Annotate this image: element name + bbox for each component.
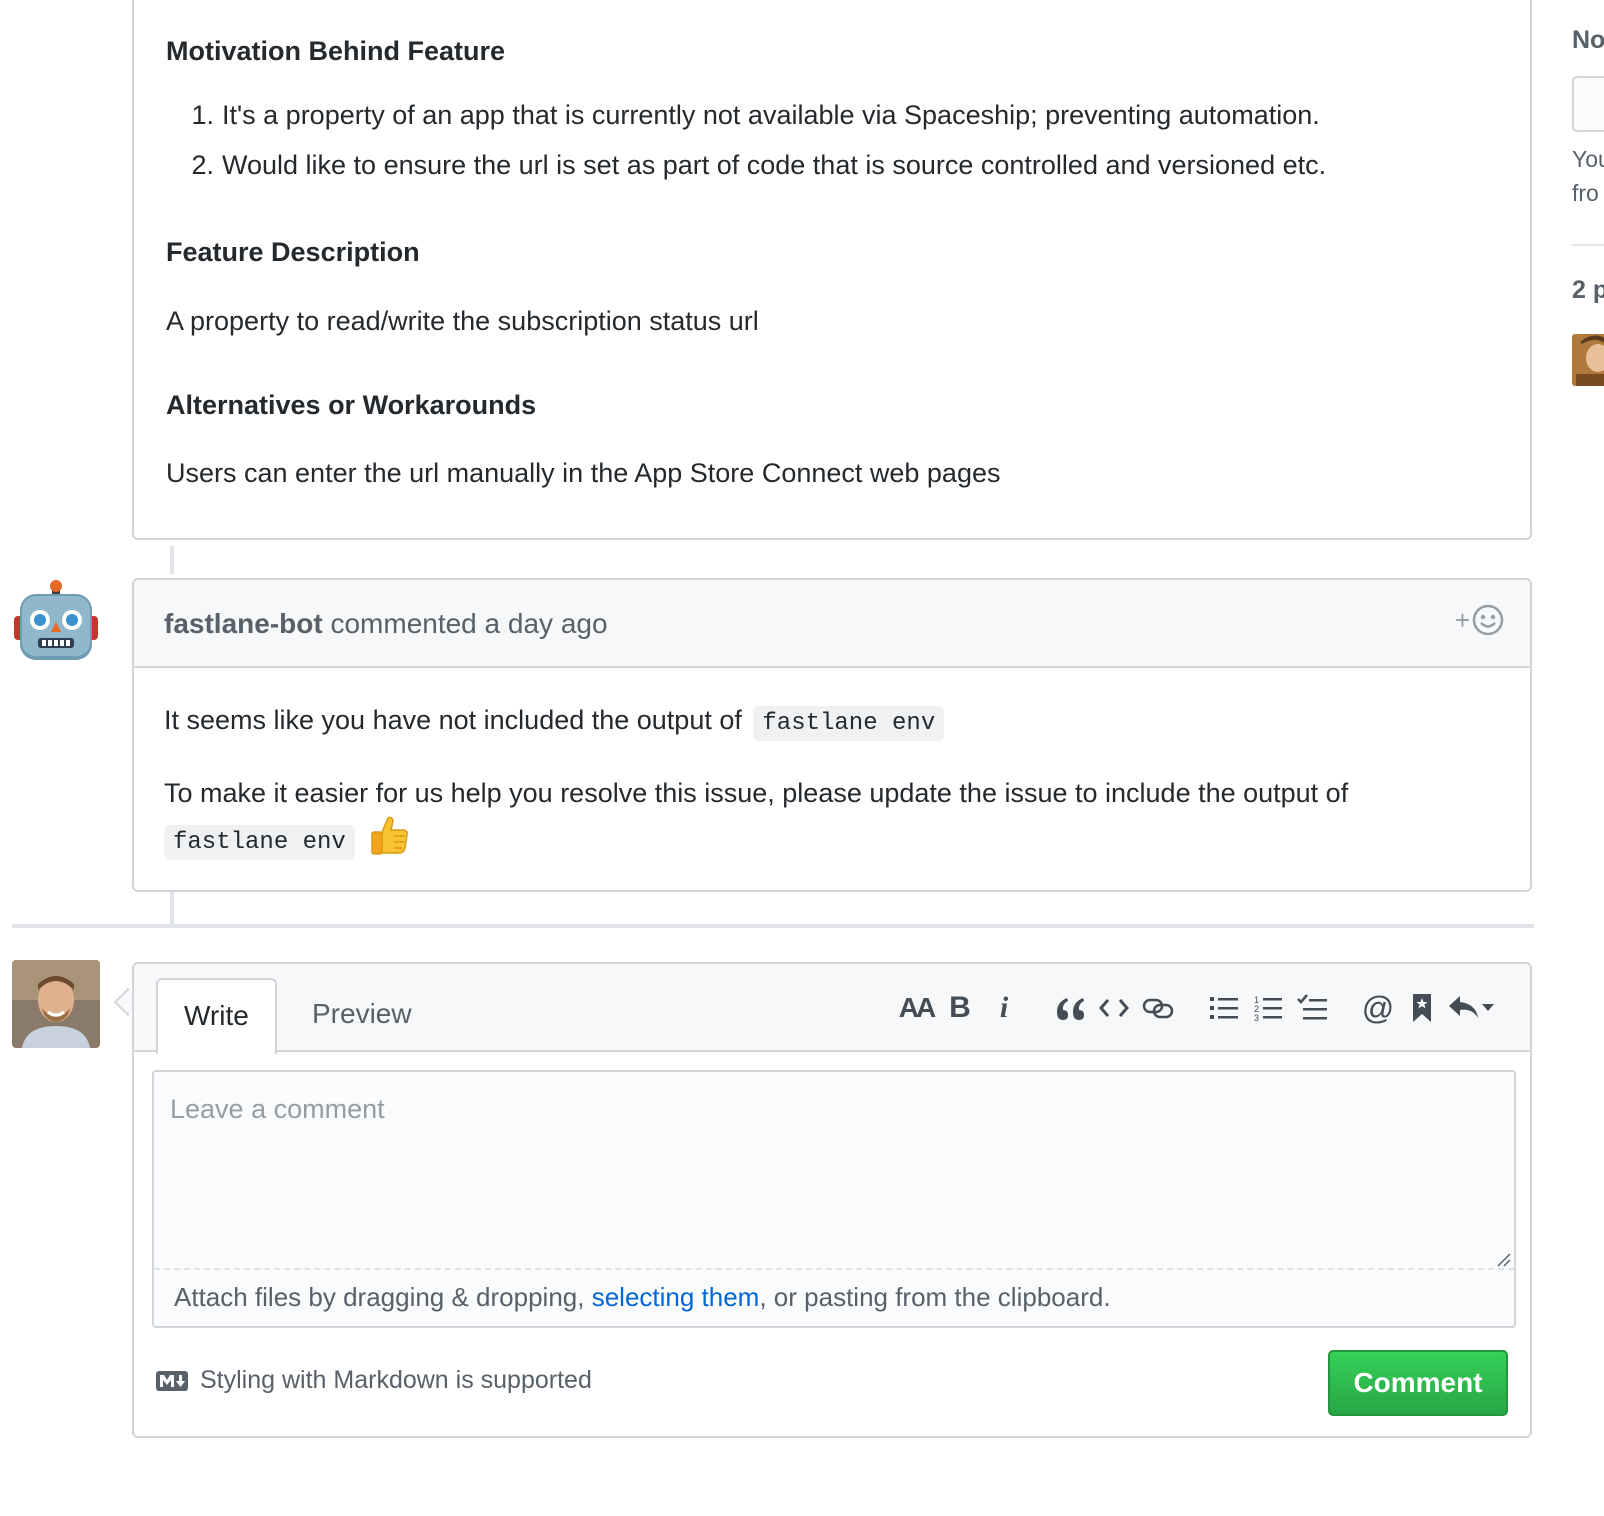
comment-textarea[interactable] bbox=[154, 1072, 1514, 1268]
comment-body: It seems like you have not included the … bbox=[164, 700, 1500, 868]
mention-button[interactable]: @ bbox=[1356, 986, 1400, 1030]
saved-replies-button[interactable] bbox=[1444, 986, 1500, 1030]
form-header: Write Preview AA B i 1 2 3 @ bbox=[134, 964, 1530, 1054]
markdown-toolbar: AA B i 1 2 3 @ bbox=[894, 986, 1500, 1030]
inline-code: fastlane env bbox=[164, 825, 355, 861]
comment-header: fastlane-bot commented a day ago + bbox=[134, 580, 1530, 668]
resize-handle-icon[interactable] bbox=[1494, 1250, 1512, 1268]
timeline-connector bbox=[170, 546, 174, 574]
right-sidebar: No You fro 2 p bbox=[1572, 0, 1604, 1516]
description-text: A property to read/write the subscriptio… bbox=[166, 306, 759, 336]
issue-body: Motivation Behind Feature 1. It's a prop… bbox=[132, 0, 1532, 540]
markdown-icon bbox=[156, 1370, 188, 1391]
notifications-reason-text: You bbox=[1572, 146, 1604, 172]
section-heading-description: Feature Description bbox=[166, 237, 420, 267]
plus-icon: + bbox=[1454, 604, 1470, 635]
tab-write[interactable]: Write bbox=[156, 978, 277, 1054]
bookmark-icon bbox=[1413, 994, 1431, 1022]
alternatives-text: Users can enter the url manually in the … bbox=[166, 458, 1001, 488]
inline-code: fastlane env bbox=[753, 706, 945, 741]
bold-icon: B bbox=[949, 991, 971, 1024]
text-size-icon: AA bbox=[898, 992, 936, 1023]
code-button[interactable] bbox=[1092, 986, 1136, 1030]
code-icon bbox=[1099, 999, 1129, 1017]
bot-avatar[interactable] bbox=[14, 580, 98, 664]
subscribe-button[interactable] bbox=[1572, 76, 1604, 132]
comment-timestamp[interactable]: commented a day ago bbox=[330, 608, 607, 639]
comment-input-wrapper: Attach files by dragging & dropping, sel… bbox=[152, 1070, 1516, 1328]
task-list-button[interactable] bbox=[1290, 986, 1334, 1030]
markdown-hint-text: Styling with Markdown is supported bbox=[200, 1366, 592, 1394]
bulleted-list-icon bbox=[1210, 997, 1238, 1019]
comment-submit-button[interactable]: Comment bbox=[1328, 1350, 1508, 1416]
at-sign-icon: @ bbox=[1361, 989, 1395, 1026]
bold-button[interactable]: B bbox=[938, 986, 982, 1030]
add-reaction-button[interactable]: + bbox=[1455, 604, 1504, 636]
section-heading-alternatives: Alternatives or Workarounds bbox=[166, 390, 537, 420]
timeline-connector bbox=[170, 892, 174, 924]
smiley-icon bbox=[1472, 604, 1504, 636]
comment-text: It seems like you have not included the … bbox=[164, 705, 742, 735]
file-attach-bar[interactable]: Attach files by dragging & dropping, sel… bbox=[154, 1268, 1514, 1328]
reference-button[interactable] bbox=[1400, 986, 1444, 1030]
participant-photo bbox=[1572, 334, 1604, 386]
motivation-list: 1. It's a property of an app that is cur… bbox=[166, 100, 1326, 200]
participants-heading: 2 p bbox=[1572, 276, 1604, 304]
quote-button[interactable] bbox=[1048, 986, 1092, 1030]
italic-icon: i bbox=[999, 991, 1009, 1024]
avatar[interactable] bbox=[12, 960, 100, 1048]
svg-text:3: 3 bbox=[1254, 1013, 1259, 1022]
robot-icon bbox=[14, 580, 98, 660]
header-button[interactable]: AA bbox=[894, 986, 938, 1030]
list-item: 1. It's a property of an app that is cur… bbox=[191, 100, 1320, 130]
bot-comment: fastlane-bot commented a day ago + It se… bbox=[132, 578, 1532, 892]
thumbs-up-icon bbox=[368, 814, 410, 868]
unordered-list-button[interactable] bbox=[1202, 986, 1246, 1030]
user-photo bbox=[12, 960, 100, 1048]
quote-icon bbox=[1057, 998, 1084, 1020]
italic-button[interactable]: i bbox=[982, 986, 1026, 1030]
comment-author-link[interactable]: fastlane-bot bbox=[164, 608, 323, 639]
notifications-heading: No bbox=[1572, 26, 1604, 54]
tab-preview[interactable]: Preview bbox=[286, 978, 438, 1054]
select-files-link[interactable]: selecting them bbox=[592, 1282, 760, 1312]
task-list-icon bbox=[1297, 994, 1327, 1020]
section-heading-motivation: Motivation Behind Feature bbox=[166, 36, 506, 66]
numbered-list-icon: 1 2 3 bbox=[1254, 995, 1282, 1022]
list-item: 2. Would like to ensure the url is set a… bbox=[191, 150, 1327, 180]
notifications-reason-text: fro bbox=[1572, 180, 1599, 206]
sidebar-divider bbox=[1572, 244, 1604, 246]
comment-text: To make it easier for us help you resolv… bbox=[164, 778, 1349, 808]
markdown-help-link[interactable]: Styling with Markdown is supported bbox=[156, 1366, 592, 1395]
timeline-separator bbox=[12, 924, 1534, 928]
reply-icon bbox=[1449, 996, 1494, 1018]
link-button[interactable] bbox=[1136, 986, 1180, 1030]
ordered-list-button[interactable]: 1 2 3 bbox=[1246, 986, 1290, 1030]
participant-avatar[interactable] bbox=[1572, 334, 1604, 386]
link-icon bbox=[1142, 998, 1174, 1019]
new-comment-form: Write Preview AA B i 1 2 3 @ Leave a com… bbox=[132, 962, 1532, 1438]
